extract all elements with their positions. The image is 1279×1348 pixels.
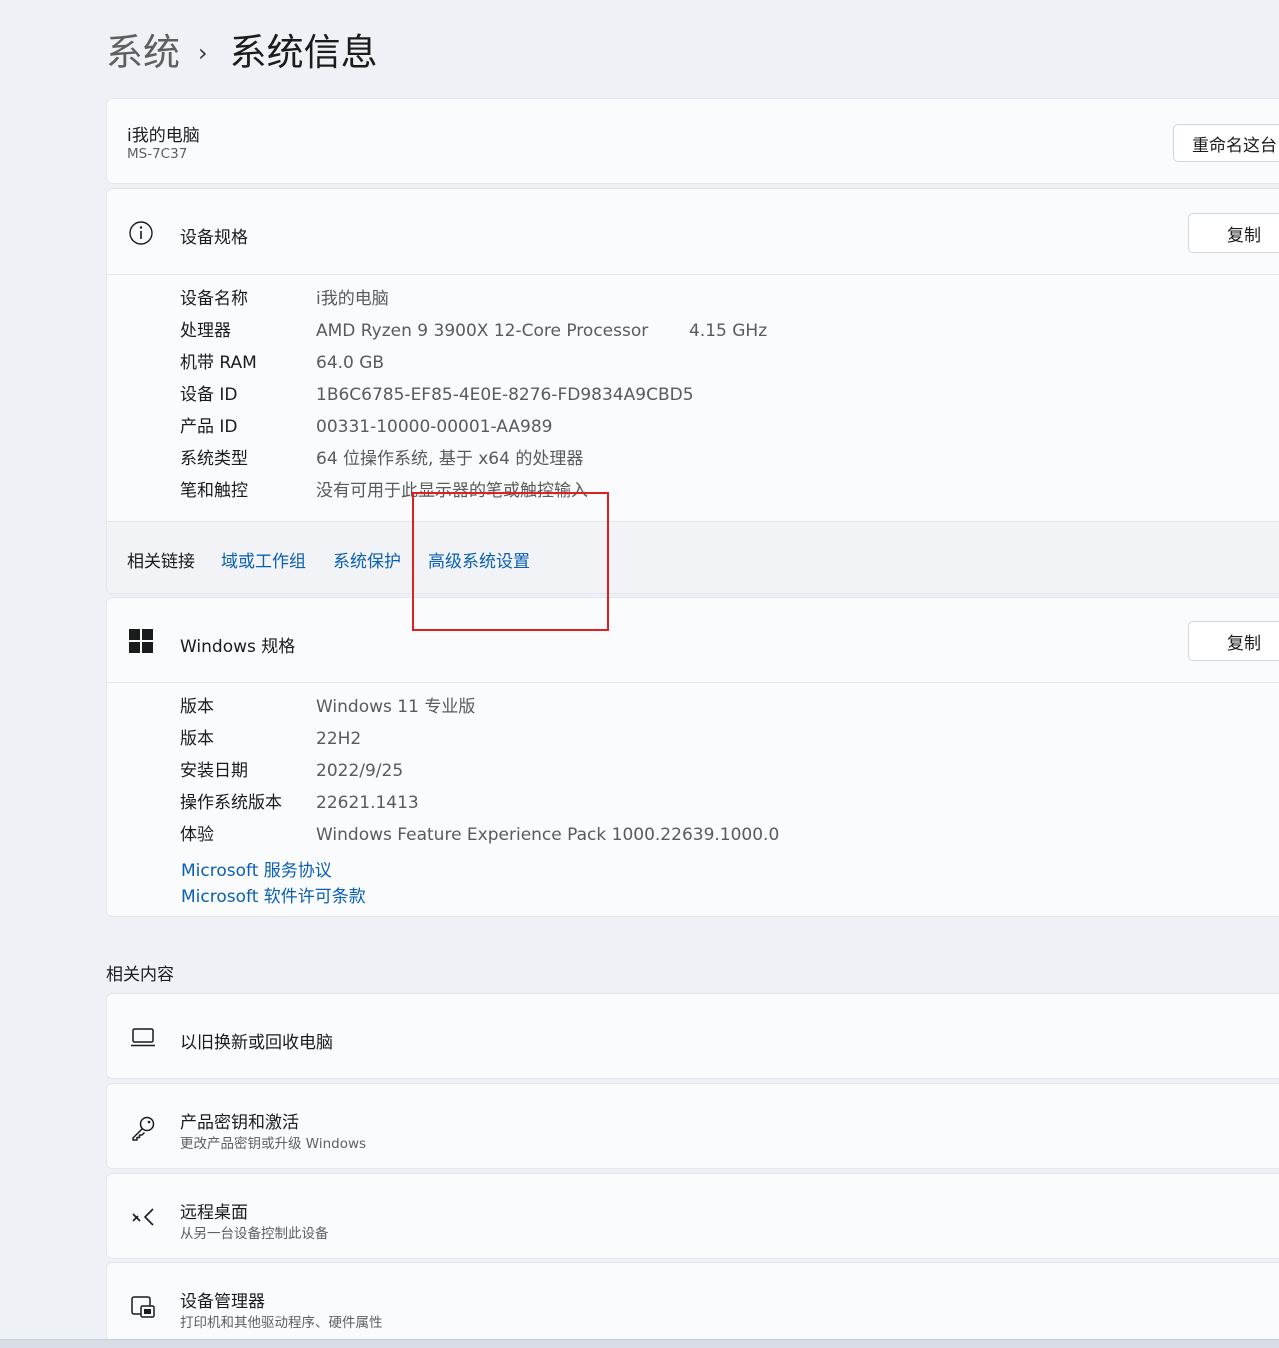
key-icon: [132, 1116, 155, 1141]
spec-key: 产品 ID: [180, 417, 238, 437]
link-ms-services-agreement[interactable]: Microsoft 服务协议: [181, 856, 332, 881]
related-item-remote-desktop[interactable]: 远程桌面 从另一台设备控制此设备: [106, 1173, 1279, 1259]
related-item-subtitle: 更改产品密钥或升级 Windows: [180, 1136, 367, 1152]
win-row-install-date: 安装日期 2022/9/25: [180, 755, 403, 787]
spec-value: 没有可用于此显示器的笔或触控输入: [316, 481, 588, 501]
spec-key: 体验: [180, 825, 214, 845]
spec-key: 设备 ID: [180, 385, 238, 405]
page-title: 系统信息: [229, 31, 378, 74]
spec-value: 64.0 GB: [316, 353, 385, 373]
win-row-edition: 版本 Windows 11 专业版: [180, 691, 475, 723]
spec-row-device-name: 设备名称 i我的电脑: [180, 283, 389, 315]
spec-value: i我的电脑: [316, 289, 389, 309]
spec-value: Windows Feature Experience Pack 1000.226…: [316, 825, 780, 845]
device-manager-icon: [131, 1296, 155, 1318]
spec-value: 2022/9/25: [316, 761, 404, 781]
taskbar-edge: [0, 1339, 1279, 1348]
link-advanced-system-settings[interactable]: 高级系统设置: [428, 547, 530, 572]
spec-row-product-id: 产品 ID 00331-10000-00001-AA989: [180, 411, 552, 443]
copy-device-specs-button[interactable]: 复制: [1188, 213, 1279, 253]
related-item-title: 以旧换新或回收电脑: [180, 1033, 333, 1053]
spec-key: 笔和触控: [180, 481, 248, 501]
related-item-subtitle: 打印机和其他驱动程序、硬件属性: [180, 1315, 383, 1331]
link-system-protection[interactable]: 系统保护: [333, 547, 401, 572]
spec-value: 00331-10000-00001-AA989: [316, 417, 553, 437]
spec-key: 版本: [180, 697, 214, 717]
spec-row-ram: 机带 RAM 64.0 GB: [180, 347, 384, 379]
spec-key: 操作系统版本: [180, 793, 282, 813]
spec-value: AMD Ryzen 9 3900X 12-Core Processor: [316, 321, 649, 341]
laptop-icon: [131, 1028, 155, 1047]
divider: [107, 682, 1279, 683]
win-row-experience: 体验 Windows Feature Experience Pack 1000.…: [180, 819, 779, 851]
win-row-version: 版本 22H2: [180, 723, 361, 755]
related-item-product-key[interactable]: 产品密钥和激活 更改产品密钥或升级 Windows: [106, 1083, 1279, 1169]
breadcrumb: 系统 › 系统信息: [106, 28, 378, 78]
spec-value: Windows 11 专业版: [316, 697, 476, 717]
related-links-label: 相关链接: [127, 551, 195, 572]
spec-value: 22621.1413: [316, 793, 419, 813]
breadcrumb-separator: ›: [198, 39, 208, 67]
spec-processor-speed: 4.15 GHz: [689, 321, 768, 341]
related-content-title: 相关内容: [106, 965, 174, 985]
divider: [107, 274, 1279, 275]
spec-value: 22H2: [316, 729, 362, 749]
related-item-trade-in[interactable]: 以旧换新或回收电脑: [106, 993, 1279, 1079]
spec-row-system-type: 系统类型 64 位操作系统, 基于 x64 的处理器: [180, 443, 583, 475]
link-ms-software-license[interactable]: Microsoft 软件许可条款: [181, 882, 366, 907]
windows-logo-icon: [129, 629, 153, 653]
spec-value: 64 位操作系统, 基于 x64 的处理器: [316, 449, 584, 469]
rename-pc-button[interactable]: 重命名这台电脑: [1173, 124, 1279, 162]
related-item-subtitle: 从另一台设备控制此设备: [180, 1226, 329, 1242]
spec-value: 1B6C6785-EF85-4E0E-8276-FD9834A9CBD5: [316, 385, 694, 405]
related-links-bar: 相关链接 域或工作组 系统保护 高级系统设置: [107, 521, 1279, 593]
pc-model: MS-7C37: [127, 146, 188, 162]
copy-windows-specs-button[interactable]: 复制: [1188, 621, 1279, 661]
related-item-title: 产品密钥和激活: [180, 1113, 299, 1133]
pc-name: i我的电脑: [127, 126, 200, 146]
system-info-page: 系统 › 系统信息 i我的电脑 MS-7C37 重命名这台电脑 设备规格 复制 …: [0, 0, 1279, 1348]
spec-key: 系统类型: [180, 449, 248, 469]
spec-row-device-id: 设备 ID 1B6C6785-EF85-4E0E-8276-FD9834A9CB…: [180, 379, 694, 411]
spec-key: 设备名称: [180, 289, 248, 309]
spec-key: 处理器: [180, 321, 231, 341]
related-item-title: 远程桌面: [180, 1203, 248, 1223]
spec-key: 版本: [180, 729, 214, 749]
device-specs-title: 设备规格: [180, 228, 248, 248]
win-row-os-build: 操作系统版本 22621.1413: [180, 787, 419, 819]
link-domain-workgroup[interactable]: 域或工作组: [221, 547, 306, 572]
related-item-title: 设备管理器: [180, 1292, 265, 1312]
pc-name-card: i我的电脑 MS-7C37 重命名这台电脑: [106, 98, 1279, 184]
remote-desktop-icon: [132, 1208, 154, 1226]
spec-key: 机带 RAM: [180, 353, 257, 373]
info-icon: [129, 221, 153, 245]
spec-key: 安装日期: [180, 761, 248, 781]
windows-specs-card: Windows 规格 复制 版本 Windows 11 专业版 版本 22H2 …: [106, 597, 1279, 917]
device-specs-card: 设备规格 复制 设备名称 i我的电脑 处理器 AMD Ryzen 9 3900X…: [106, 188, 1279, 594]
spec-row-pen-touch: 笔和触控 没有可用于此显示器的笔或触控输入: [180, 475, 588, 507]
related-item-device-manager[interactable]: 设备管理器 打印机和其他驱动程序、硬件属性: [106, 1262, 1279, 1342]
spec-row-processor: 处理器 AMD Ryzen 9 3900X 12-Core Processor …: [180, 315, 980, 347]
windows-specs-title: Windows 规格: [180, 637, 296, 657]
breadcrumb-parent[interactable]: 系统: [106, 28, 180, 78]
